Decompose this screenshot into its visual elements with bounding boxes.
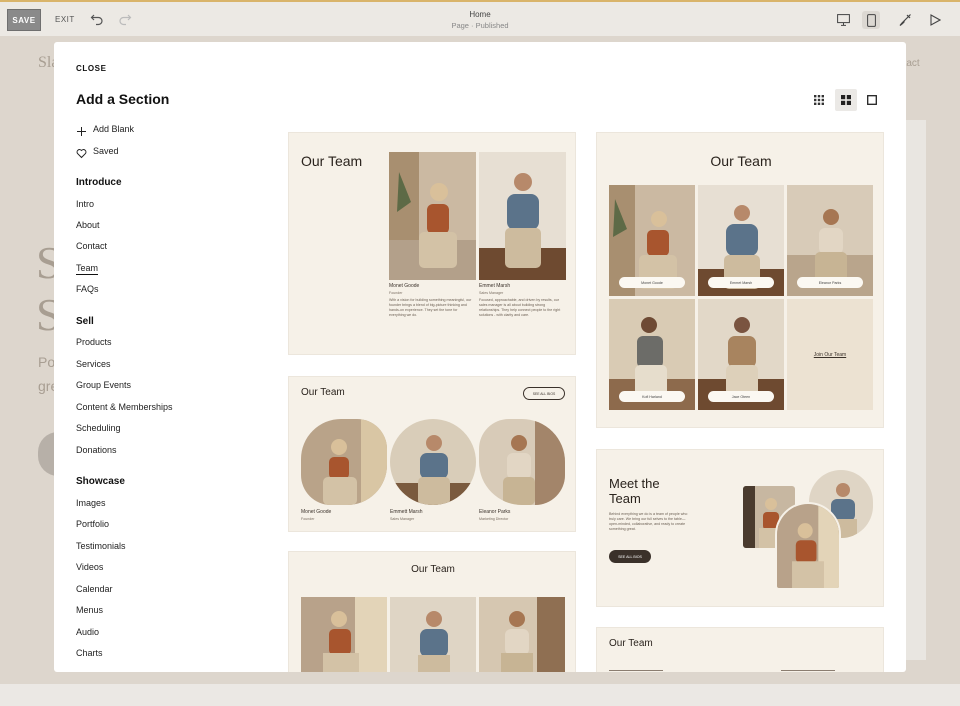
card-body: Behind everything we do is a team of peo… <box>609 512 688 531</box>
member-role-1: Founder <box>389 291 403 295</box>
sidebar-item-products[interactable]: Products <box>76 337 112 347</box>
sidebar-item-contact[interactable]: Contact <box>76 241 107 251</box>
card-title: Our Team <box>411 564 455 575</box>
redo-icon[interactable] <box>118 12 132 26</box>
sidebar-item-donations[interactable]: Donations <box>76 445 117 455</box>
see-all-bios-button: SEE ALL BIOS <box>609 550 651 563</box>
card-title: Our Team <box>609 638 653 649</box>
team-photo-3 <box>479 597 565 672</box>
sidebar-item-charts[interactable]: Charts <box>76 648 103 658</box>
card-title: Our Team <box>301 387 345 398</box>
card-divider-right <box>781 670 835 671</box>
add-section-modal: CLOSE Add a Section Add Blank Saved Intr… <box>54 42 906 672</box>
modal-title: Add a Section <box>76 91 170 107</box>
name-pill-2: Emmet Marsh <box>708 277 774 288</box>
sidebar-item-audio[interactable]: Audio <box>76 627 99 637</box>
sidebar-item-services[interactable]: Services <box>76 359 111 369</box>
heart-icon <box>76 146 87 159</box>
section-card-team-2[interactable]: Our Team SEE ALL BIOS Monet Goode Founde… <box>288 376 576 532</box>
category-sell: Sell <box>76 316 94 327</box>
team-photo-2 <box>390 597 476 672</box>
section-card-team-4[interactable]: Our Team Monet Goode Emmet Marsh Eleanor… <box>596 132 884 428</box>
member-bio-2: Focused, approachable, and driven by res… <box>479 298 561 317</box>
section-card-team-6[interactable]: Our Team <box>596 627 884 672</box>
plus-icon <box>76 124 87 136</box>
card-title-line2: Team <box>609 491 641 506</box>
member-bio-1: With a vision for building something mea… <box>389 298 472 317</box>
bg-bottom-strip <box>0 684 960 706</box>
sidebar-item-group-events[interactable]: Group Events <box>76 380 131 390</box>
sidebar-item-testimonials[interactable]: Testimonials <box>76 541 126 551</box>
sidebar-item-about[interactable]: About <box>76 220 100 230</box>
section-card-team-3[interactable]: Our Team <box>288 551 576 672</box>
join-our-team-tile: Join Our Team <box>787 299 873 410</box>
sidebar-item-calendar[interactable]: Calendar <box>76 584 113 594</box>
save-button[interactable]: SAVE <box>7 9 41 31</box>
team-photo-circle-2 <box>775 502 841 590</box>
team-photo-eleanor-round <box>479 419 565 505</box>
card-title: Our Team <box>301 153 363 169</box>
grid-small-icon[interactable] <box>808 89 830 111</box>
design-brush-icon[interactable] <box>896 11 914 29</box>
name-pill-1: Monet Goode <box>619 277 685 288</box>
desktop-view-icon[interactable] <box>834 11 852 29</box>
name-pill-3: Eleanor Parks <box>797 277 863 288</box>
member-name-1: Monet Goode <box>389 283 420 289</box>
team-photo-monet-round <box>301 419 387 505</box>
name-pill-4: Kofi Harland <box>619 391 685 402</box>
undo-icon[interactable] <box>90 12 104 26</box>
category-introduce: Introduce <box>76 177 122 188</box>
team-photo-emmet <box>479 152 566 280</box>
sidebar-item-images[interactable]: Images <box>76 498 106 508</box>
sidebar-item-videos[interactable]: Videos <box>76 562 103 572</box>
page-status: Page · Published <box>451 21 509 30</box>
name-pill-5: Jace Oteen <box>708 391 774 402</box>
team-photo-emmett-round <box>390 419 476 505</box>
editor-toolbar: SAVE EXIT Home Page · Published <box>0 0 960 36</box>
team-photo-1 <box>301 597 387 672</box>
sidebar-item-intro[interactable]: Intro <box>76 199 94 209</box>
card-title-line1: Meet the <box>609 476 660 491</box>
sidebar-item-portfolio[interactable]: Portfolio <box>76 519 109 529</box>
category-showcase: Showcase <box>76 476 125 487</box>
sidebar-item-faqs[interactable]: FAQs <box>76 284 99 294</box>
sidebar-item-content-memberships[interactable]: Content & Memberships <box>76 402 173 412</box>
mobile-view-icon[interactable] <box>862 11 880 29</box>
sidebar-item-menus[interactable]: Menus <box>76 605 103 615</box>
add-blank-button[interactable]: Add Blank <box>93 124 134 134</box>
member-role-1: Founder <box>301 517 315 521</box>
page-title: Home <box>469 10 491 19</box>
member-name-3: Eleanor Parks <box>479 509 511 515</box>
join-our-team-link: Join Our Team <box>813 351 847 358</box>
sidebar-item-scheduling[interactable]: Scheduling <box>76 423 121 433</box>
page-indicator: Home Page · Published <box>0 10 960 30</box>
grid-large-icon[interactable] <box>835 89 857 111</box>
member-name-2: Emmett Marsh <box>390 509 423 515</box>
card-title: Our Team <box>710 153 772 169</box>
member-name-1: Monet Goode <box>301 509 332 515</box>
single-icon[interactable] <box>861 89 883 111</box>
saved-button[interactable]: Saved <box>93 146 119 156</box>
card-divider-left <box>609 670 663 671</box>
bg-right-panel <box>906 120 926 660</box>
team-photo-monet <box>389 152 476 280</box>
exit-button[interactable]: EXIT <box>55 15 75 24</box>
member-role-2: Sales Manager <box>479 291 504 295</box>
close-button[interactable]: CLOSE <box>76 64 107 73</box>
section-card-team-1[interactable]: Our Team Monet Goode Founder With a visi… <box>288 132 576 355</box>
see-all-bios-button: SEE ALL BIOS <box>523 387 565 400</box>
bg-body-1: Po <box>38 354 56 370</box>
member-role-2: Sales Manager <box>390 517 415 521</box>
member-role-3: Marketing Director <box>479 517 509 521</box>
preview-play-icon[interactable] <box>926 11 944 29</box>
sidebar-item-team[interactable]: Team <box>76 263 99 275</box>
section-card-meet-team[interactable]: Meet the Team Behind everything we do is… <box>596 449 884 607</box>
member-name-2: Emmet Marsh <box>479 283 511 289</box>
